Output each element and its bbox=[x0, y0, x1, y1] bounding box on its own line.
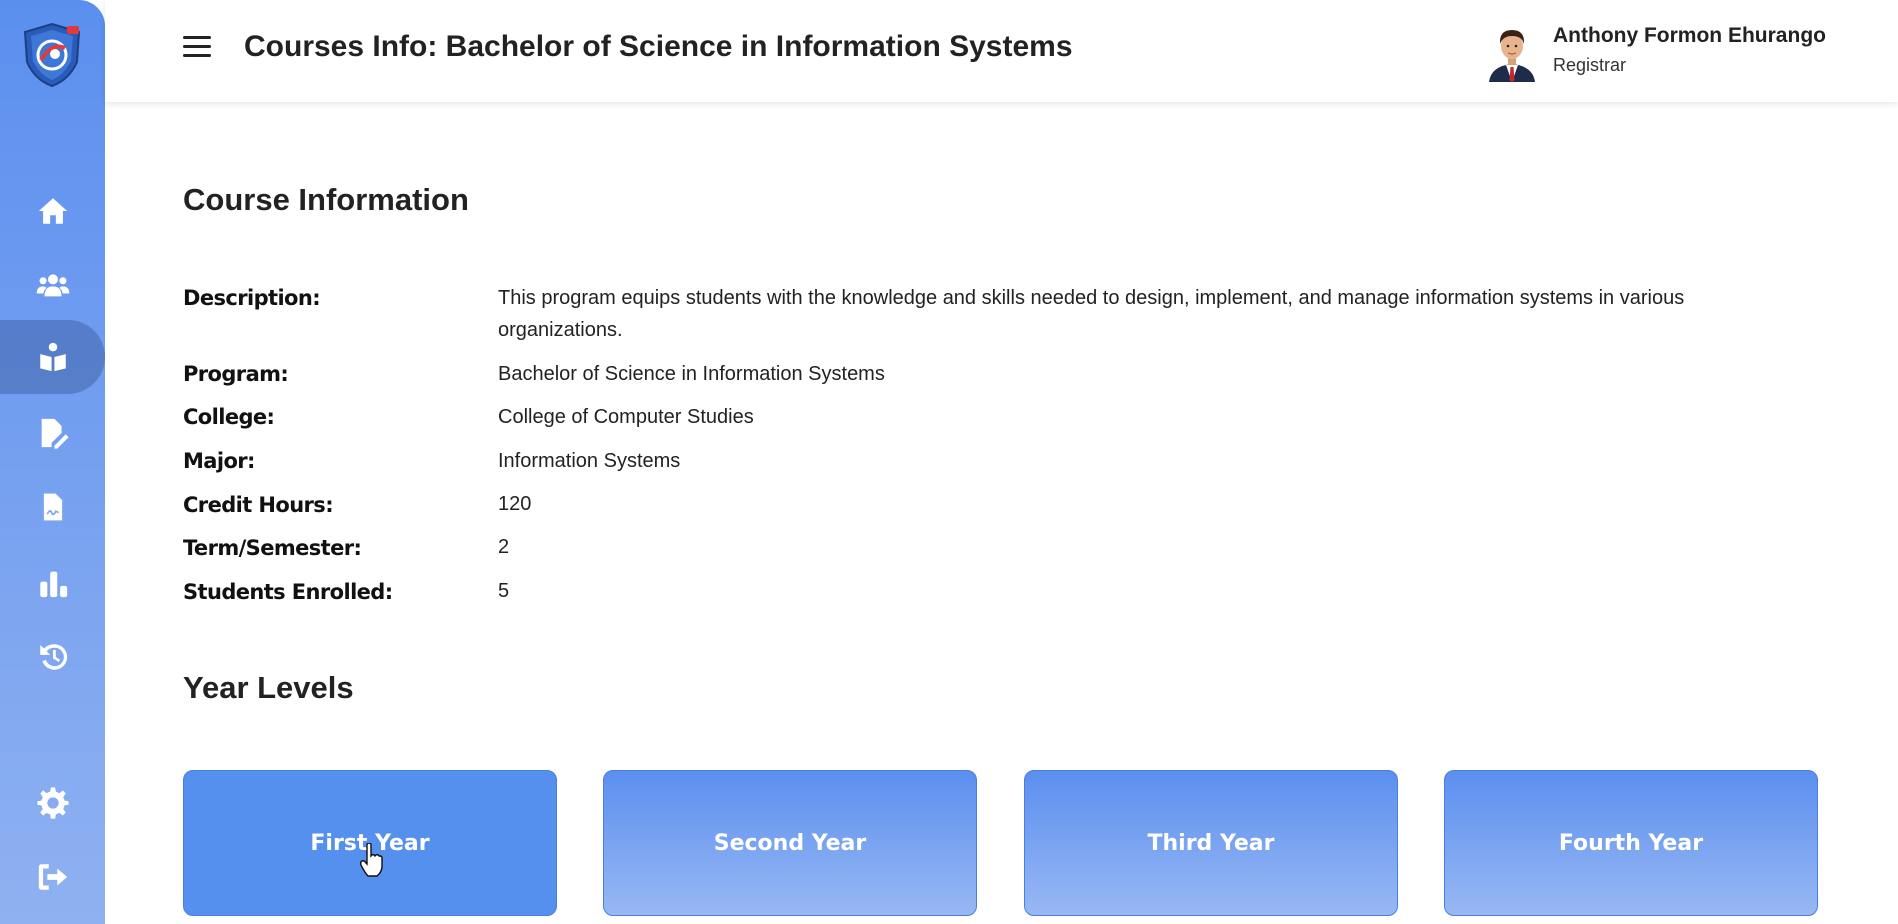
sidebar-item-settings[interactable] bbox=[0, 766, 105, 840]
sidebar-item-students[interactable] bbox=[0, 248, 105, 322]
gear-icon bbox=[36, 787, 69, 819]
credit-hours-value: 120 bbox=[498, 493, 532, 515]
school-logo bbox=[23, 22, 81, 88]
students-enrolled-value: 5 bbox=[498, 580, 510, 602]
sidebar-item-logout[interactable] bbox=[0, 840, 105, 914]
sidebar-item-grades[interactable] bbox=[0, 396, 105, 470]
major-value: Information Systems bbox=[498, 450, 681, 472]
file-edit-icon bbox=[41, 418, 69, 449]
description-value: This program equips students with the kn… bbox=[498, 287, 1685, 341]
top-header: Courses Info: Bachelor of Science in Inf… bbox=[105, 0, 1898, 102]
course-information-heading: Course Information bbox=[183, 182, 469, 217]
credit-hours-label: Credit Hours: bbox=[183, 493, 334, 517]
year-levels-heading: Year Levels bbox=[183, 670, 354, 705]
page-title: Courses Info: Bachelor of Science in Inf… bbox=[244, 30, 1073, 63]
fourth-year-button[interactable]: Fourth Year bbox=[1444, 770, 1818, 916]
sidebar-item-documents[interactable] bbox=[0, 470, 105, 544]
hamburger-icon bbox=[183, 36, 211, 39]
sidebar-item-history[interactable] bbox=[0, 620, 105, 694]
user-name: Anthony Formon Ehurango bbox=[1553, 24, 1826, 47]
bar-chart-icon bbox=[39, 571, 67, 598]
college-value: College of Computer Studies bbox=[498, 406, 754, 428]
user-role: Registrar bbox=[1553, 55, 1627, 75]
second-year-button[interactable]: Second Year bbox=[603, 770, 977, 916]
college-label: College: bbox=[183, 405, 275, 429]
home-icon bbox=[38, 198, 67, 224]
users-icon bbox=[36, 274, 69, 297]
description-label: Description: bbox=[183, 286, 321, 310]
term-label: Term/Semester: bbox=[183, 536, 362, 560]
avatar bbox=[1489, 30, 1535, 82]
sidebar-item-courses[interactable] bbox=[0, 320, 105, 394]
sidebar-item-reports[interactable] bbox=[0, 546, 105, 620]
logout-icon bbox=[38, 864, 67, 890]
sidebar-item-home[interactable] bbox=[0, 174, 105, 248]
term-value: 2 bbox=[498, 536, 510, 558]
major-label: Major: bbox=[183, 449, 255, 473]
menu-toggle-button[interactable] bbox=[183, 36, 211, 64]
hand-cursor-icon bbox=[359, 843, 383, 877]
file-signature-icon bbox=[41, 491, 64, 523]
user-profile[interactable]: Anthony Formon Ehurango Registrar bbox=[1485, 24, 1885, 82]
program-label: Program: bbox=[183, 362, 289, 386]
third-year-button[interactable]: Third Year bbox=[1024, 770, 1398, 916]
program-value: Bachelor of Science in Information Syste… bbox=[498, 363, 885, 385]
students-enrolled-label: Students Enrolled: bbox=[183, 580, 393, 604]
book-reader-icon bbox=[39, 342, 66, 372]
history-icon bbox=[39, 644, 67, 670]
sidebar bbox=[0, 0, 105, 924]
